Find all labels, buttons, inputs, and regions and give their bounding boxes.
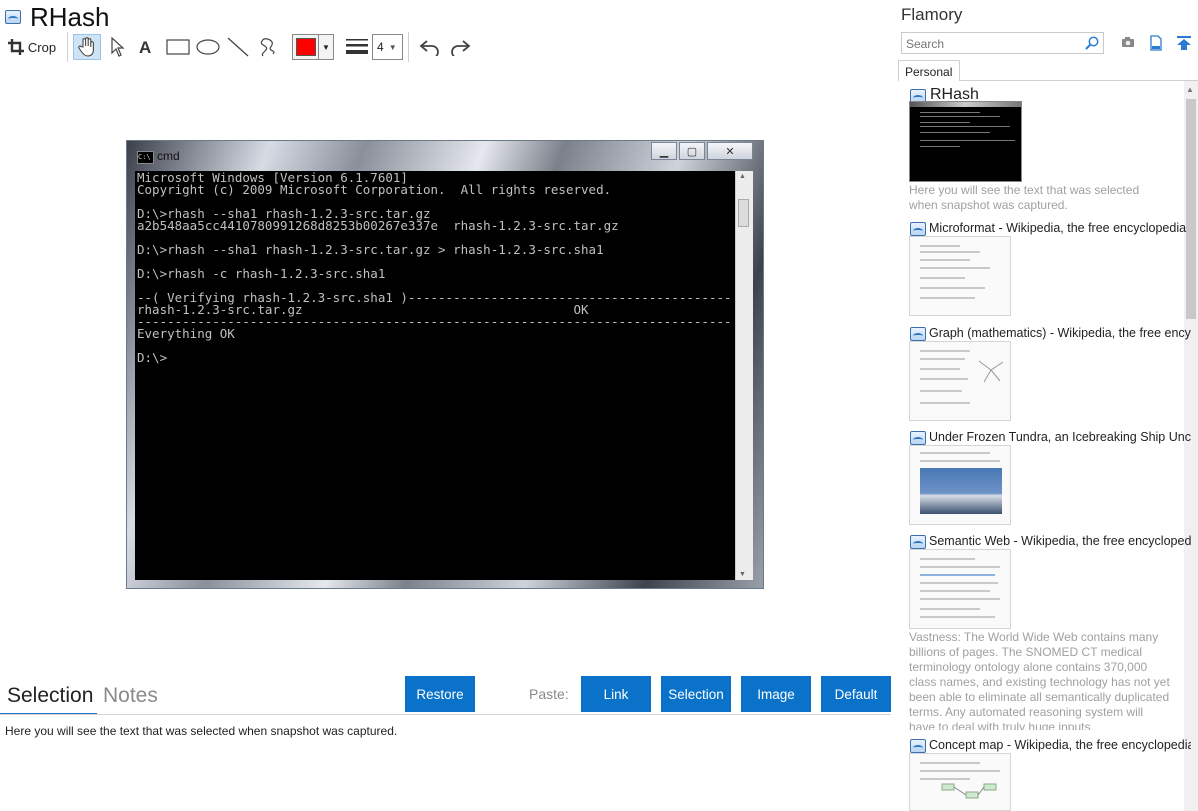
chevron-down-icon: ▼ <box>318 35 333 59</box>
camera-icon[interactable] <box>1121 35 1135 49</box>
search-box[interactable] <box>901 32 1104 54</box>
tab-personal[interactable]: Personal <box>898 60 960 81</box>
freehand-tool-button[interactable] <box>255 34 281 60</box>
item-title: Under Frozen Tundra, an Icebreaking Ship… <box>929 430 1191 444</box>
item-description: Here you will see the text that was sele… <box>909 183 1140 212</box>
line-icon <box>227 37 249 57</box>
freehand-icon <box>260 38 275 57</box>
snapshot-image: C:\ cmd ▁ ▢ ✕ Microsoft Windows [Version… <box>126 140 764 589</box>
redo-icon <box>451 40 471 56</box>
color-swatch <box>296 38 316 56</box>
item-title: Graph (mathematics) - Wikipedia, the fre… <box>929 326 1191 340</box>
redo-button[interactable] <box>446 34 474 60</box>
color-picker[interactable]: ▼ <box>292 34 334 60</box>
search-input[interactable] <box>904 35 1088 53</box>
item-thumbnail <box>909 341 1011 421</box>
app-icon <box>910 327 926 341</box>
close-icon: ✕ <box>707 142 753 160</box>
svg-text:A: A <box>139 38 151 56</box>
rectangle-tool-button[interactable] <box>164 34 192 60</box>
undo-icon <box>419 40 439 56</box>
line-tool-button[interactable] <box>225 34 251 60</box>
minimize-icon: ▁ <box>651 142 677 160</box>
tab-notes[interactable]: Notes <box>103 684 158 708</box>
text-tool-button[interactable]: A <box>134 34 158 60</box>
undo-button[interactable] <box>416 34 444 60</box>
item-title: Microformat - Wikipedia, the free encycl… <box>929 221 1187 235</box>
flamory-panel: Flamory Personal ▲ RHash Here you will s… <box>893 0 1198 811</box>
pointer-icon <box>111 37 125 57</box>
item-title: Semantic Web - Wikipedia, the free encyc… <box>929 534 1191 548</box>
line-width-icon <box>344 34 370 60</box>
maximize-icon: ▢ <box>679 142 705 160</box>
item-thumbnail <box>909 101 1022 182</box>
paste-image-button[interactable]: Image <box>741 676 811 712</box>
ellipse-icon <box>196 39 220 55</box>
app-icon <box>5 10 21 24</box>
line-width-select[interactable]: 4 ▼ <box>372 34 403 60</box>
text-icon: A <box>139 38 151 56</box>
console-text: Microsoft Windows [Version 6.1.7601] Cop… <box>137 170 732 365</box>
line-width-value: 4 <box>377 40 384 54</box>
paste-label: Paste: <box>529 686 569 702</box>
app-icon <box>910 535 926 549</box>
crop-button[interactable]: Crop <box>6 34 58 60</box>
toolbar-divider <box>408 32 409 62</box>
console-area: Microsoft Windows [Version 6.1.7601] Cop… <box>135 171 753 580</box>
chevron-down-icon: ▼ <box>388 42 397 52</box>
divider <box>0 714 891 715</box>
ellipse-tool-button[interactable] <box>194 34 222 60</box>
item-description: Vastness: The World Wide Web contains ma… <box>909 630 1170 730</box>
search-icon[interactable] <box>1085 36 1099 50</box>
paste-selection-button[interactable]: Selection <box>661 676 731 712</box>
tab-selection[interactable]: Selection <box>7 684 93 708</box>
paste-default-button[interactable]: Default <box>821 676 891 712</box>
cmd-icon: C:\ <box>137 151 154 164</box>
panel-title: Flamory <box>901 5 963 24</box>
item-thumbnail <box>909 549 1011 629</box>
rectangle-icon <box>166 39 190 55</box>
item-thumbnail <box>909 753 1011 811</box>
divider <box>959 80 1198 81</box>
console-scrollbar: ▲ ▼ <box>735 171 753 580</box>
item-thumbnail <box>909 236 1011 316</box>
item-thumbnail <box>909 445 1011 525</box>
collapse-top-icon[interactable] <box>1176 35 1192 51</box>
document-icon[interactable] <box>1149 35 1163 51</box>
toolbar-divider <box>67 32 68 62</box>
panel-scrollbar[interactable]: ▲ <box>1184 81 1198 811</box>
app-icon <box>910 431 926 445</box>
app-icon <box>910 222 926 236</box>
paste-link-button[interactable]: Link <box>581 676 651 712</box>
crop-icon <box>7 39 24 55</box>
hand-tool-button[interactable] <box>73 34 101 60</box>
hand-icon <box>78 37 94 57</box>
item-title: Concept map - Wikipedia, the free encycl… <box>929 738 1191 752</box>
app-title: RHash <box>30 2 110 32</box>
restore-button[interactable]: Restore <box>405 676 475 712</box>
crop-label: Crop <box>27 39 57 55</box>
scrollbar-thumb[interactable] <box>1186 99 1196 319</box>
select-tool-button[interactable] <box>106 34 130 60</box>
selection-text: Here you will see the text that was sele… <box>5 724 398 738</box>
app-icon <box>910 739 926 753</box>
cmd-window-title: cmd <box>157 149 180 163</box>
